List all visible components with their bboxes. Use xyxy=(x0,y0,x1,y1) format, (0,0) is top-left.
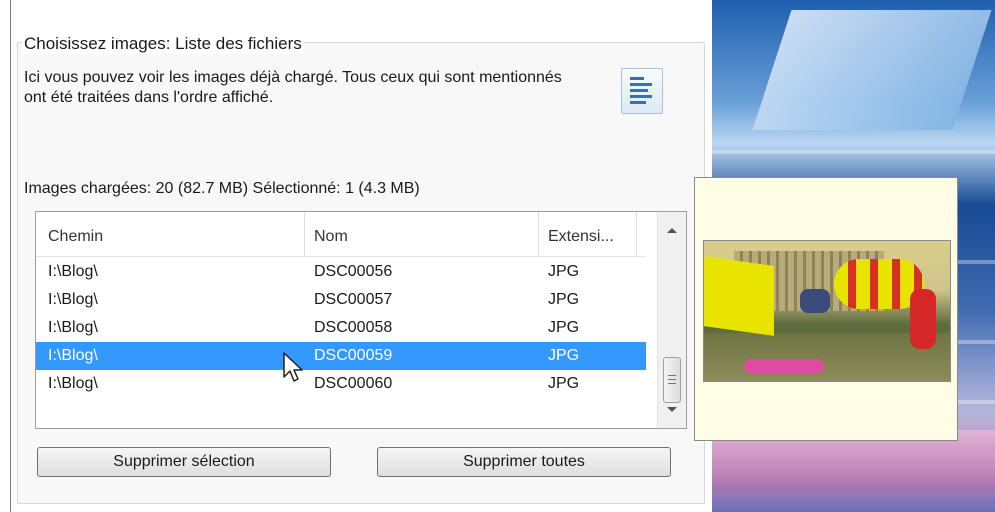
cell-name: DSC00060 xyxy=(314,375,393,392)
cell-path: I:\Blog\ xyxy=(48,319,98,336)
table-row[interactable]: I:\Blog\ DSC00056 JPG xyxy=(36,258,646,286)
cell-name: DSC00058 xyxy=(314,319,393,336)
delete-selection-button[interactable]: Supprimer sélection xyxy=(37,447,331,477)
list-view-icon[interactable] xyxy=(621,68,663,114)
scroll-up-arrow-icon[interactable] xyxy=(667,228,677,233)
table-row[interactable]: I:\Blog\ DSC00058 JPG xyxy=(36,314,646,342)
loaded-images-stats: Images chargées: 20 (82.7 MB) Sélectionn… xyxy=(24,180,420,197)
cell-extension: JPG xyxy=(548,375,580,392)
scroll-down-arrow-icon[interactable] xyxy=(667,407,677,412)
cell-path: I:\Blog\ xyxy=(48,263,98,280)
preview-thumbnail xyxy=(703,240,951,382)
cell-path: I:\Blog\ xyxy=(48,375,98,392)
column-header-extension[interactable]: Extensi... xyxy=(548,228,614,246)
cell-name: DSC00056 xyxy=(314,263,393,280)
list-header: Chemin Nom Extensi... xyxy=(36,212,646,257)
mouse-pointer-icon xyxy=(283,352,303,382)
file-list[interactable]: Chemin Nom Extensi... I:\Blog\ DSC00056 … xyxy=(35,211,687,429)
cell-name: DSC00059 xyxy=(314,347,393,364)
group-title: Choisissez images: Liste des fichiers xyxy=(22,34,304,54)
delete-all-button[interactable]: Supprimer toutes xyxy=(377,447,671,477)
cell-path: I:\Blog\ xyxy=(48,291,98,308)
vertical-scrollbar[interactable] xyxy=(657,212,686,428)
image-list-panel: Choisissez images: Liste des fichiers Ic… xyxy=(10,0,710,512)
table-row[interactable]: I:\Blog\ DSC00057 JPG xyxy=(36,286,646,314)
cell-name: DSC00057 xyxy=(314,291,393,308)
scrollbar-thumb[interactable] xyxy=(663,357,681,403)
group-description: Ici vous pouvez voir les images déjà cha… xyxy=(24,69,562,106)
image-preview-tooltip xyxy=(694,177,958,441)
column-header-path[interactable]: Chemin xyxy=(48,228,103,246)
cell-extension: JPG xyxy=(548,263,580,280)
cell-extension: JPG xyxy=(548,347,580,364)
cell-extension: JPG xyxy=(548,291,580,308)
cell-extension: JPG xyxy=(548,319,580,336)
table-row[interactable]: I:\Blog\ DSC00060 JPG xyxy=(36,370,646,398)
cell-path: I:\Blog\ xyxy=(48,347,98,364)
column-header-name[interactable]: Nom xyxy=(314,228,348,246)
table-row-selected[interactable]: I:\Blog\ DSC00059 JPG xyxy=(36,342,646,370)
